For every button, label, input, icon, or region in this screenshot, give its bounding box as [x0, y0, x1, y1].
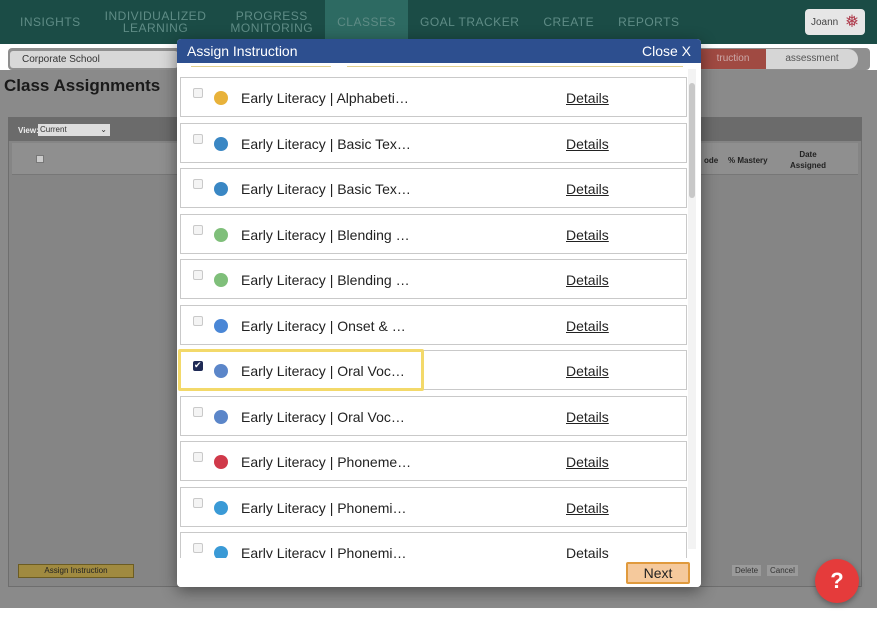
list-item[interactable]: Early Literacy | Basic Tex… Details: [180, 123, 687, 163]
item-checkbox[interactable]: [193, 225, 203, 235]
square-badge-icon: [214, 137, 228, 151]
select-all-checkbox[interactable]: [36, 155, 44, 163]
list-item[interactable]: Early Literacy | Phonemi… Details: [180, 532, 687, 558]
item-checkbox[interactable]: [193, 179, 203, 189]
nav-goal-tracker[interactable]: GOAL TRACKER: [408, 16, 531, 28]
item-checkbox[interactable]: [193, 452, 203, 462]
modal-title: Assign Instruction: [187, 43, 298, 59]
item-checkbox[interactable]: [193, 360, 203, 371]
nav-progress-monitoring[interactable]: PROGRESS MONITORING: [218, 10, 325, 34]
delete-button[interactable]: Delete: [732, 565, 762, 576]
nav-classes[interactable]: CLASSES: [325, 0, 408, 44]
list-item[interactable]: Early Literacy | Onset & … Details: [180, 305, 687, 345]
modal-header: Assign Instruction Close X: [177, 39, 701, 63]
details-link[interactable]: Details: [566, 90, 609, 106]
list-item[interactable]: Early Literacy | Phoneme… Details: [180, 441, 687, 481]
help-button[interactable]: ?: [815, 559, 859, 603]
user-badge-icon: ❅: [844, 12, 860, 31]
user-name: Joann: [811, 16, 839, 28]
view-select-value: Current: [40, 125, 67, 134]
item-checkbox[interactable]: [193, 270, 203, 280]
list-item-partial-edge: [493, 63, 683, 67]
item-label: Early Literacy | Phonemi…: [241, 500, 407, 516]
user-menu-button[interactable]: Joann ❅: [805, 9, 865, 35]
list-item-partial-edge: [191, 63, 331, 67]
star-badge-icon: [214, 546, 228, 558]
list-item[interactable]: Early Literacy | Oral Voc… Details: [180, 350, 687, 390]
item-label: Early Literacy | Oral Voc…: [241, 363, 405, 379]
triangle-badge-icon: [214, 410, 228, 424]
details-link[interactable]: Details: [566, 227, 609, 243]
assign-instruction-button[interactable]: Assign Instruction: [18, 564, 134, 578]
column-date-assigned: Date Assigned: [789, 150, 826, 170]
item-checkbox[interactable]: [193, 543, 203, 553]
drop-icon: [214, 319, 228, 333]
details-link[interactable]: Details: [566, 318, 609, 334]
star-badge-icon: [214, 501, 228, 515]
column-mastery: % Mastery: [728, 156, 768, 165]
item-label: Early Literacy | Oral Voc…: [241, 409, 405, 425]
nav-individualized-learning[interactable]: INDIVIDUALIZED LEARNING: [93, 10, 219, 34]
column-code: ode: [704, 156, 719, 165]
item-checkbox[interactable]: [193, 316, 203, 326]
tab-instruction[interactable]: truction: [700, 49, 766, 69]
nav-create[interactable]: CREATE: [531, 16, 606, 28]
details-link[interactable]: Details: [566, 136, 609, 152]
details-link[interactable]: Details: [566, 500, 609, 516]
list-item-partial-edge: [347, 63, 507, 67]
details-link[interactable]: Details: [566, 272, 609, 288]
pill-icon: [214, 228, 228, 242]
triangle-badge-icon: [214, 364, 228, 378]
item-label: Early Literacy | Alphabeti…: [241, 90, 409, 106]
list-item-partial: [177, 63, 701, 69]
details-link[interactable]: Details: [566, 545, 609, 558]
app-root: INSIGHTS INDIVIDUALIZED LEARNING PROGRES…: [0, 0, 877, 617]
nav-reports[interactable]: REPORTS: [606, 16, 691, 28]
list-item[interactable]: Early Literacy | Oral Voc… Details: [180, 396, 687, 436]
school-selector[interactable]: Corporate School: [10, 51, 178, 68]
modal-close-button[interactable]: Close X: [642, 43, 691, 59]
item-label: Early Literacy | Basic Tex…: [241, 136, 411, 152]
tab-assessment[interactable]: assessment: [766, 49, 858, 69]
item-label: Early Literacy | Onset & …: [241, 318, 406, 334]
view-select[interactable]: Current ⌄: [38, 124, 110, 136]
scrollbar-thumb[interactable]: [689, 83, 695, 198]
item-checkbox[interactable]: [193, 407, 203, 417]
list-item[interactable]: Early Literacy | Blending … Details: [180, 214, 687, 254]
bottom-strip: [0, 608, 877, 617]
pill-icon: [214, 273, 228, 287]
details-link[interactable]: Details: [566, 409, 609, 425]
top-nav: INSIGHTS INDIVIDUALIZED LEARNING PROGRES…: [0, 0, 877, 44]
list-item[interactable]: Early Literacy | Basic Tex… Details: [180, 168, 687, 208]
assign-instruction-modal: Assign Instruction Close X Early Literac…: [177, 39, 701, 587]
details-link[interactable]: Details: [566, 181, 609, 197]
nav-insights[interactable]: INSIGHTS: [8, 16, 93, 28]
item-label: Early Literacy | Basic Tex…: [241, 181, 411, 197]
item-checkbox[interactable]: [193, 88, 203, 98]
list-item[interactable]: Early Literacy | Blending … Details: [180, 259, 687, 299]
list-item[interactable]: Early Literacy | Phonemi… Details: [180, 487, 687, 527]
next-button[interactable]: Next: [626, 562, 690, 584]
view-label: View:: [18, 126, 39, 135]
item-label: Early Literacy | Phonemi…: [241, 545, 407, 558]
details-link[interactable]: Details: [566, 363, 609, 379]
cancel-button[interactable]: Cancel: [767, 565, 798, 576]
details-link[interactable]: Details: [566, 454, 609, 470]
item-label: Early Literacy | Blending …: [241, 272, 410, 288]
page-title: Class Assignments: [4, 76, 161, 95]
square-badge-icon: [214, 182, 228, 196]
modal-footer: Next: [177, 558, 701, 587]
item-label: Early Literacy | Blending …: [241, 227, 410, 243]
item-label: Early Literacy | Phoneme…: [241, 454, 412, 470]
list-item[interactable]: Early Literacy | Alphabeti… Details: [180, 77, 687, 117]
circle-outline-icon: [214, 91, 228, 105]
item-checkbox[interactable]: [193, 498, 203, 508]
star-badge-icon: [214, 455, 228, 469]
item-checkbox[interactable]: [193, 134, 203, 144]
instruction-list[interactable]: Early Literacy | Alphabeti… Details Early …: [177, 63, 701, 558]
chevron-down-icon: ⌄: [100, 125, 107, 134]
